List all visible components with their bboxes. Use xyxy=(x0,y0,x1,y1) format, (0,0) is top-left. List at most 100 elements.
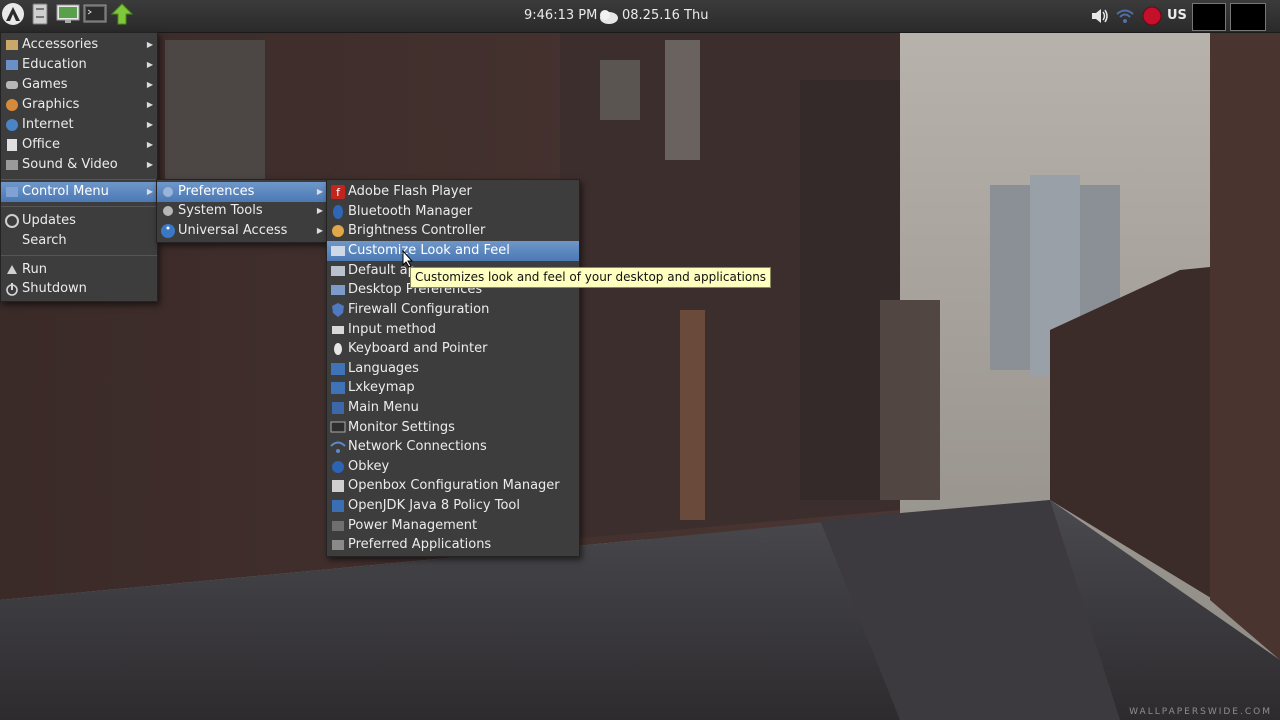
menu-separator xyxy=(1,255,157,256)
application-menu: Accessories ▶ Education ▶ Games ▶ Graphics ▶… xyxy=(0,32,158,302)
menu-item-preferences[interactable]: Preferences ▶ xyxy=(157,182,327,202)
internet-icon xyxy=(4,117,20,133)
menu-item-office[interactable]: Office ▶ xyxy=(1,135,157,155)
menu-item-keyboard-and-pointer[interactable]: Keyboard and Pointer xyxy=(327,339,579,359)
clock-time[interactable]: 9:46:13 PM xyxy=(524,8,597,23)
wallpaper-watermark: WALLPAPERSWIDE.COM xyxy=(1129,707,1272,717)
clock-date[interactable]: 08.25.16 Thu xyxy=(622,8,708,23)
update-launcher[interactable] xyxy=(109,3,135,29)
submenu-arrow-icon: ▶ xyxy=(146,120,153,129)
education-icon xyxy=(4,57,20,73)
menu-item-customize-look-and-feel[interactable]: Customize Look and Feel xyxy=(327,241,579,261)
accessories-icon xyxy=(4,37,20,53)
menu-item-lxkeymap[interactable]: Lxkeymap xyxy=(327,378,579,398)
keyboard-mouse-icon xyxy=(330,341,346,357)
terminal-launcher[interactable] xyxy=(82,3,108,29)
weather-icon[interactable] xyxy=(596,5,620,27)
menu-item-graphics[interactable]: Graphics ▶ xyxy=(1,95,157,115)
openbox-icon xyxy=(330,478,346,494)
menu-item-openbox-configuration-manager[interactable]: Openbox Configuration Manager xyxy=(327,476,579,496)
keymap-icon xyxy=(330,380,346,396)
control-menu-icon xyxy=(4,184,20,200)
menu-item-sound-video[interactable]: Sound & Video ▶ xyxy=(1,155,157,175)
power-management-icon xyxy=(330,518,346,534)
menu-separator xyxy=(1,206,157,207)
desktop-icon xyxy=(330,282,346,298)
office-icon xyxy=(4,137,20,153)
menu-item-power-management[interactable]: Power Management xyxy=(327,516,579,536)
top-panel: 9:46:13 PM 08.25.16 Thu US xyxy=(0,0,1280,33)
menu-item-run[interactable]: Run xyxy=(1,260,157,280)
menu-item-games[interactable]: Games ▶ xyxy=(1,75,157,95)
monitor-icon xyxy=(330,420,346,436)
menu-item-languages[interactable]: Languages xyxy=(327,359,579,379)
menu-item-shutdown[interactable]: Shutdown xyxy=(1,279,157,299)
submenu-arrow-icon: ▶ xyxy=(316,187,323,196)
system-monitor-launcher[interactable] xyxy=(55,3,81,29)
menu-item-openjdk-policy-tool[interactable]: OpenJDK Java 8 Policy Tool xyxy=(327,496,579,516)
submenu-arrow-icon: ▶ xyxy=(316,206,323,215)
menu-item-education[interactable]: Education ▶ xyxy=(1,55,157,75)
start-menu-button[interactable] xyxy=(0,3,26,29)
submenu-arrow-icon: ▶ xyxy=(146,187,153,196)
terminal-icon xyxy=(83,3,107,29)
menu-item-bluetooth-manager[interactable]: Bluetooth Manager xyxy=(327,202,579,222)
menu-item-firewall-configuration[interactable]: Firewall Configuration xyxy=(327,300,579,320)
green-up-arrow-icon xyxy=(110,3,134,29)
submenu-arrow-icon: ▶ xyxy=(146,40,153,49)
desktop-wallpaper xyxy=(0,0,1280,720)
sound-video-icon xyxy=(4,157,20,173)
control-submenu: Preferences ▶ System Tools ▶ Universal Acc… xyxy=(156,179,328,243)
java-icon xyxy=(330,498,346,514)
file-cabinet-icon xyxy=(30,3,50,29)
updates-icon xyxy=(4,213,20,229)
menu-item-preferred-applications[interactable]: Preferred Applications xyxy=(327,535,579,555)
workspace-2[interactable] xyxy=(1230,3,1266,31)
menu-item-obkey[interactable]: Obkey xyxy=(327,457,579,477)
record-icon[interactable] xyxy=(1140,5,1164,27)
mouse-pointer-icon xyxy=(402,250,414,268)
keyboard-layout-indicator[interactable]: US xyxy=(1167,8,1187,23)
wifi-icon[interactable] xyxy=(1114,5,1136,27)
appearance-icon xyxy=(330,243,346,259)
input-method-icon xyxy=(330,322,346,338)
network-icon xyxy=(330,439,346,455)
main-menu-icon xyxy=(330,400,346,416)
menu-item-updates[interactable]: Updates xyxy=(1,211,157,231)
power-icon xyxy=(4,281,20,297)
menu-separator xyxy=(1,179,157,180)
distro-logo-icon xyxy=(1,2,25,30)
submenu-arrow-icon: ▶ xyxy=(146,100,153,109)
languages-icon xyxy=(330,361,346,377)
volume-icon[interactable] xyxy=(1088,5,1112,27)
menu-item-internet[interactable]: Internet ▶ xyxy=(1,115,157,135)
menu-item-brightness-controller[interactable]: Brightness Controller xyxy=(327,221,579,241)
menu-item-input-method[interactable]: Input method xyxy=(327,320,579,340)
menu-item-monitor-settings[interactable]: Monitor Settings xyxy=(327,418,579,438)
firewall-icon xyxy=(330,302,346,318)
submenu-arrow-icon: ▶ xyxy=(316,226,323,235)
preferred-apps-icon xyxy=(330,537,346,553)
brightness-icon xyxy=(330,223,346,239)
bluetooth-icon xyxy=(330,204,346,220)
flash-icon: f xyxy=(330,184,346,200)
menu-item-system-tools[interactable]: System Tools ▶ xyxy=(157,201,327,221)
file-manager-launcher[interactable] xyxy=(27,3,53,29)
monitor-icon xyxy=(56,3,80,29)
games-icon xyxy=(4,77,20,93)
preferences-submenu: f Adobe Flash Player Bluetooth Manager Br… xyxy=(326,179,580,557)
graphics-icon xyxy=(4,97,20,113)
menu-item-network-connections[interactable]: Network Connections xyxy=(327,437,579,457)
menu-item-adobe-flash-player[interactable]: f Adobe Flash Player xyxy=(327,182,579,202)
default-apps-icon xyxy=(330,263,346,279)
menu-item-control-menu[interactable]: Control Menu ▶ xyxy=(1,182,157,202)
menu-item-accessories[interactable]: Accessories ▶ xyxy=(1,35,157,55)
submenu-arrow-icon: ▶ xyxy=(146,80,153,89)
menu-item-search[interactable]: Search xyxy=(1,231,157,251)
submenu-arrow-icon: ▶ xyxy=(146,60,153,69)
menu-item-main-menu[interactable]: Main Menu xyxy=(327,398,579,418)
system-tools-icon xyxy=(160,203,176,219)
workspace-1[interactable] xyxy=(1192,3,1226,31)
obkey-icon xyxy=(330,459,346,475)
menu-item-universal-access[interactable]: Universal Access ▶ xyxy=(157,221,327,241)
